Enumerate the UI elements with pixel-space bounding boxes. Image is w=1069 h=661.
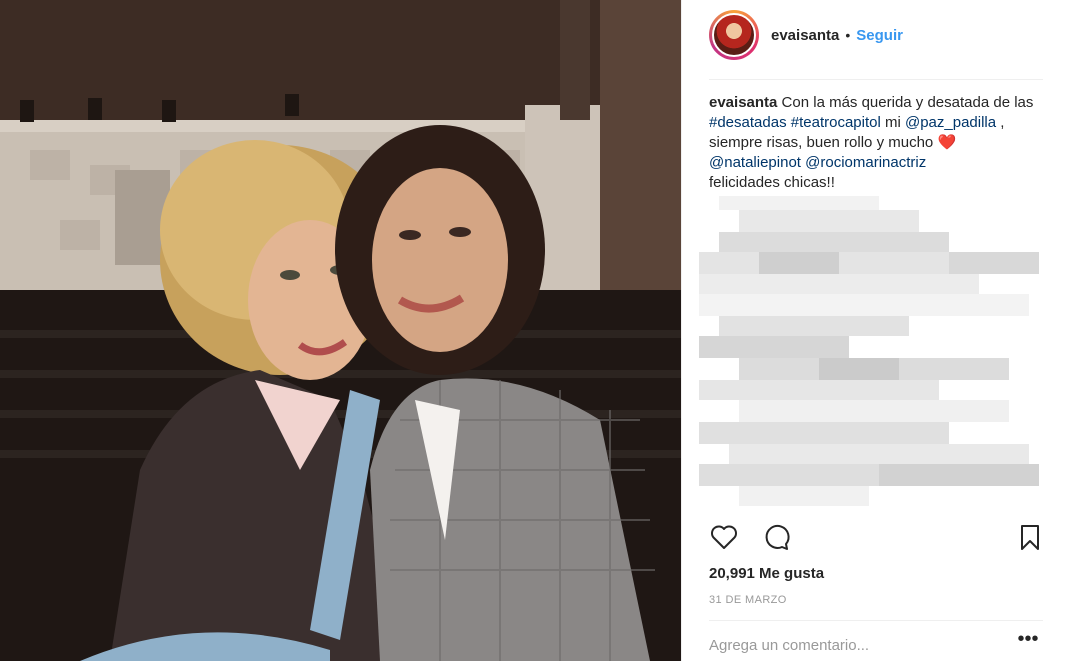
follow-button[interactable]: Seguir [856,27,903,44]
mention-link[interactable]: @nataliepinot [709,154,801,171]
post-date[interactable]: 31 DE MARZO [709,594,787,606]
heart-emoji: ❤️ [937,134,957,151]
more-options-icon[interactable]: ••• [1016,629,1040,652]
comment-icon[interactable] [761,522,791,552]
header-username[interactable]: evaisanta [771,27,839,44]
post-photo-image [0,0,681,661]
pixelated-comments [699,196,1039,506]
comment-input[interactable] [709,632,1009,658]
caption-text: Con la más querida y desatada de las [777,94,1034,111]
heart-icon[interactable] [709,522,739,552]
likes-count[interactable]: 20,991 Me gusta [709,565,824,582]
hashtag-link[interactable]: #teatrocapitol [791,114,881,131]
caption-text: mi [880,114,905,131]
bookmark-icon[interactable] [1015,522,1045,552]
header-divider [709,79,1043,80]
post-photo[interactable] [0,0,681,661]
post-header: evaisanta • Seguir [709,8,1043,62]
mention-link[interactable]: @rociomarinactriz [805,154,926,171]
separator-dot: • [845,27,851,43]
avatar[interactable] [709,10,759,60]
caption-text: felicidades chicas!! [709,174,835,191]
avatar-image [712,13,756,57]
hashtag-link[interactable]: #desatadas [709,114,787,131]
post-caption: evaisanta Con la más querida y desatada … [709,93,1043,193]
post-actions [709,522,1043,562]
caption-username[interactable]: evaisanta [709,94,777,111]
mention-link[interactable]: @paz_padilla [905,114,996,131]
comment-divider [709,620,1043,621]
post-details-panel: evaisanta • Seguir evaisanta Con la más … [681,0,1069,661]
